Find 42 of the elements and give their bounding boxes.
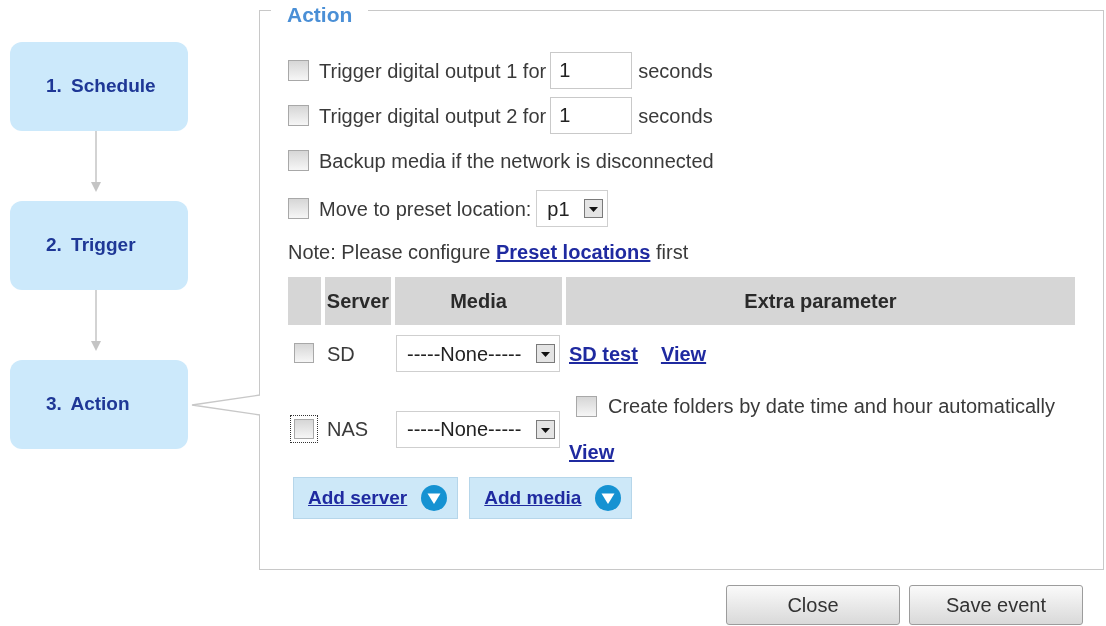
checkbox[interactable] bbox=[288, 198, 309, 219]
panel-title: Action bbox=[286, 2, 354, 25]
option-label: Trigger digital output 2 for bbox=[319, 103, 547, 128]
caret-icon bbox=[536, 344, 555, 363]
table-header-cell bbox=[288, 277, 321, 325]
view-link[interactable]: View bbox=[569, 441, 615, 463]
checkbox[interactable] bbox=[288, 105, 309, 126]
close-button[interactable]: Close bbox=[726, 585, 900, 625]
step-node[interactable]: 1. Schedule bbox=[10, 42, 188, 131]
checkbox[interactable] bbox=[576, 395, 597, 417]
test-link[interactable]: SD test bbox=[569, 342, 638, 365]
option-label: Create folders by date time and hour automatically bbox=[608, 394, 1055, 418]
table-cell-text: NAS bbox=[326, 417, 370, 442]
step-node[interactable]: 3. Action bbox=[10, 360, 188, 449]
table-cell-text: SD bbox=[326, 341, 356, 367]
preset-select[interactable]: p1 bbox=[536, 190, 609, 227]
preset-locations-link[interactable]: Preset locations bbox=[495, 241, 651, 263]
column-header: Server bbox=[325, 277, 391, 325]
down-circle-icon bbox=[595, 485, 622, 511]
seconds-input[interactable]: 1 bbox=[550, 52, 633, 89]
column-header: Media bbox=[395, 277, 562, 325]
seconds-input[interactable]: 1 bbox=[550, 97, 633, 134]
checkbox[interactable] bbox=[288, 150, 309, 171]
option-label: Move to preset location: bbox=[319, 196, 532, 221]
media-select[interactable]: -----None----- bbox=[396, 410, 560, 448]
option-label: Trigger digital output 1 for bbox=[319, 58, 547, 83]
save-button[interactable]: Save event bbox=[909, 585, 1083, 625]
unit-label: seconds bbox=[638, 58, 713, 83]
checkbox[interactable] bbox=[290, 414, 318, 443]
column-header: Extra parameter bbox=[566, 277, 1075, 325]
caret-icon bbox=[584, 199, 604, 218]
note-text: Note: Please configure Preset locations first bbox=[288, 240, 690, 264]
view-link[interactable]: View bbox=[660, 342, 707, 365]
add-media-button[interactable]: Add media bbox=[469, 477, 633, 519]
down-circle-icon bbox=[421, 485, 448, 511]
caret-icon bbox=[536, 419, 555, 439]
media-select[interactable]: -----None----- bbox=[396, 335, 560, 372]
option-label: Backup media if the network is disconnected bbox=[319, 148, 714, 173]
checkbox[interactable] bbox=[288, 60, 309, 81]
add-server-button[interactable]: Add server bbox=[293, 477, 459, 519]
unit-label: seconds bbox=[638, 103, 713, 128]
step-node[interactable]: 2. Trigger bbox=[10, 201, 188, 290]
